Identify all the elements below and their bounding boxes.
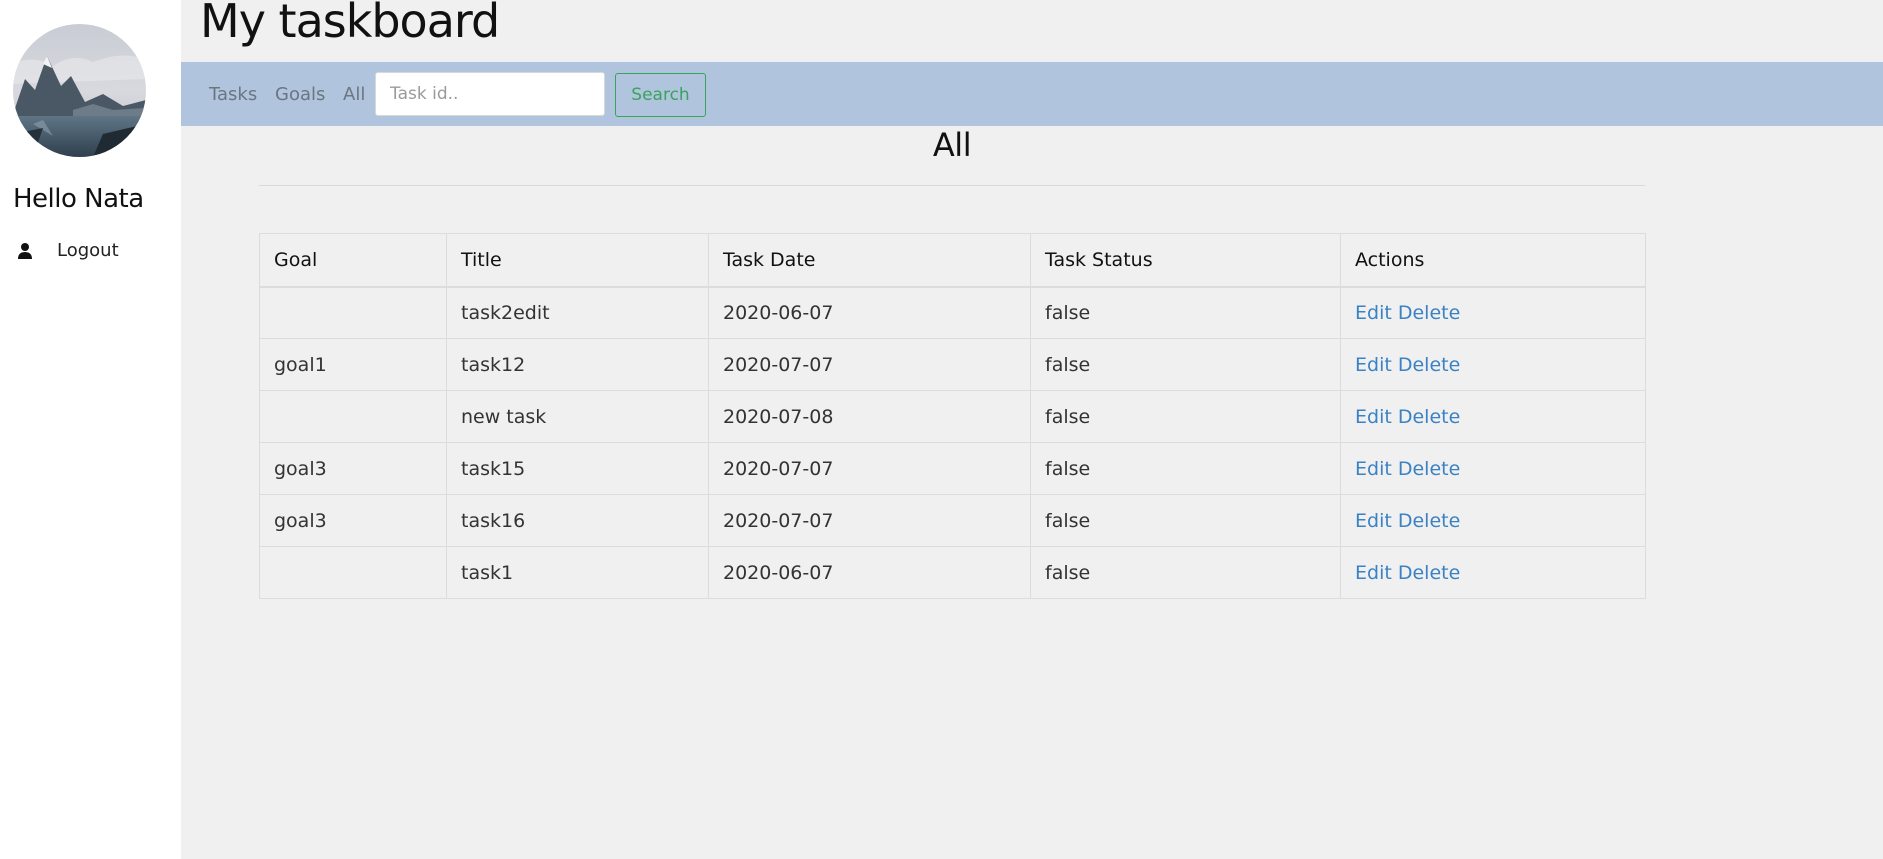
cell-date: 2020-06-07	[708, 286, 1031, 339]
cell-date: 2020-06-07	[708, 546, 1031, 599]
edit-link[interactable]: Edit	[1355, 562, 1392, 584]
nav-link-goals[interactable]: Goals	[275, 84, 325, 105]
edit-link[interactable]: Edit	[1355, 354, 1392, 376]
cell-actions: Edit Delete	[1340, 442, 1646, 495]
table-row: goal1 task12 2020-07-07 false Edit Delet…	[259, 338, 1646, 391]
cell-actions: Edit Delete	[1340, 338, 1646, 391]
header-task-status: Task Status	[1030, 233, 1341, 288]
avatar	[13, 24, 146, 157]
tasks-table: Goal Title Task Date Task Status Actions…	[259, 233, 1646, 599]
cell-actions: Edit Delete	[1340, 390, 1646, 443]
sidebar: Hello Nata Logout	[0, 0, 181, 859]
cell-goal	[259, 390, 447, 443]
divider	[259, 185, 1645, 186]
table-row: goal3 task16 2020-07-07 false Edit Delet…	[259, 494, 1646, 547]
cell-actions: Edit Delete	[1340, 286, 1646, 339]
cell-title: task15	[446, 442, 709, 495]
cell-goal	[259, 546, 447, 599]
cell-title: task12	[446, 338, 709, 391]
cell-actions: Edit Delete	[1340, 546, 1646, 599]
delete-link[interactable]: Delete	[1398, 562, 1460, 584]
main-content: My taskboard Tasks Goals All Search All …	[181, 0, 1883, 859]
cell-date: 2020-07-07	[708, 338, 1031, 391]
cell-title: task2edit	[446, 286, 709, 339]
search-button[interactable]: Search	[615, 73, 706, 117]
cell-status: false	[1030, 390, 1341, 443]
table-row: goal3 task15 2020-07-07 false Edit Delet…	[259, 442, 1646, 495]
edit-link[interactable]: Edit	[1355, 510, 1392, 532]
delete-link[interactable]: Delete	[1398, 302, 1460, 324]
search-input[interactable]	[375, 72, 605, 116]
cell-goal: goal3	[259, 442, 447, 495]
avatar-image	[13, 24, 146, 157]
cell-title: new task	[446, 390, 709, 443]
user-icon	[17, 242, 33, 260]
cell-status: false	[1030, 442, 1341, 495]
header-actions: Actions	[1340, 233, 1646, 288]
cell-date: 2020-07-08	[708, 390, 1031, 443]
delete-link[interactable]: Delete	[1398, 510, 1460, 532]
cell-title: task16	[446, 494, 709, 547]
cell-goal	[259, 286, 447, 339]
page-title: My taskboard	[200, 0, 500, 48]
cell-actions: Edit Delete	[1340, 494, 1646, 547]
section-title: All	[932, 126, 972, 164]
cell-date: 2020-07-07	[708, 494, 1031, 547]
edit-link[interactable]: Edit	[1355, 302, 1392, 324]
greeting: Hello Nata	[13, 184, 144, 214]
logout-label: Logout	[57, 240, 119, 261]
table-row: task1 2020-06-07 false Edit Delete	[259, 546, 1646, 599]
navbar: Tasks Goals All Search	[181, 62, 1883, 126]
header-goal: Goal	[259, 233, 447, 288]
nav-link-all[interactable]: All	[343, 84, 365, 105]
cell-status: false	[1030, 494, 1341, 547]
table-header-row: Goal Title Task Date Task Status Actions	[259, 233, 1646, 288]
cell-goal: goal1	[259, 338, 447, 391]
table-row: task2edit 2020-06-07 false Edit Delete	[259, 286, 1646, 339]
delete-link[interactable]: Delete	[1398, 458, 1460, 480]
cell-status: false	[1030, 286, 1341, 339]
header-task-date: Task Date	[708, 233, 1031, 288]
table-row: new task 2020-07-08 false Edit Delete	[259, 390, 1646, 443]
nav-link-tasks[interactable]: Tasks	[209, 84, 257, 105]
edit-link[interactable]: Edit	[1355, 406, 1392, 428]
cell-status: false	[1030, 546, 1341, 599]
cell-status: false	[1030, 338, 1341, 391]
edit-link[interactable]: Edit	[1355, 458, 1392, 480]
logout-link[interactable]: Logout	[17, 240, 119, 261]
cell-date: 2020-07-07	[708, 442, 1031, 495]
delete-link[interactable]: Delete	[1398, 354, 1460, 376]
cell-goal: goal3	[259, 494, 447, 547]
header-title: Title	[446, 233, 709, 288]
delete-link[interactable]: Delete	[1398, 406, 1460, 428]
cell-title: task1	[446, 546, 709, 599]
